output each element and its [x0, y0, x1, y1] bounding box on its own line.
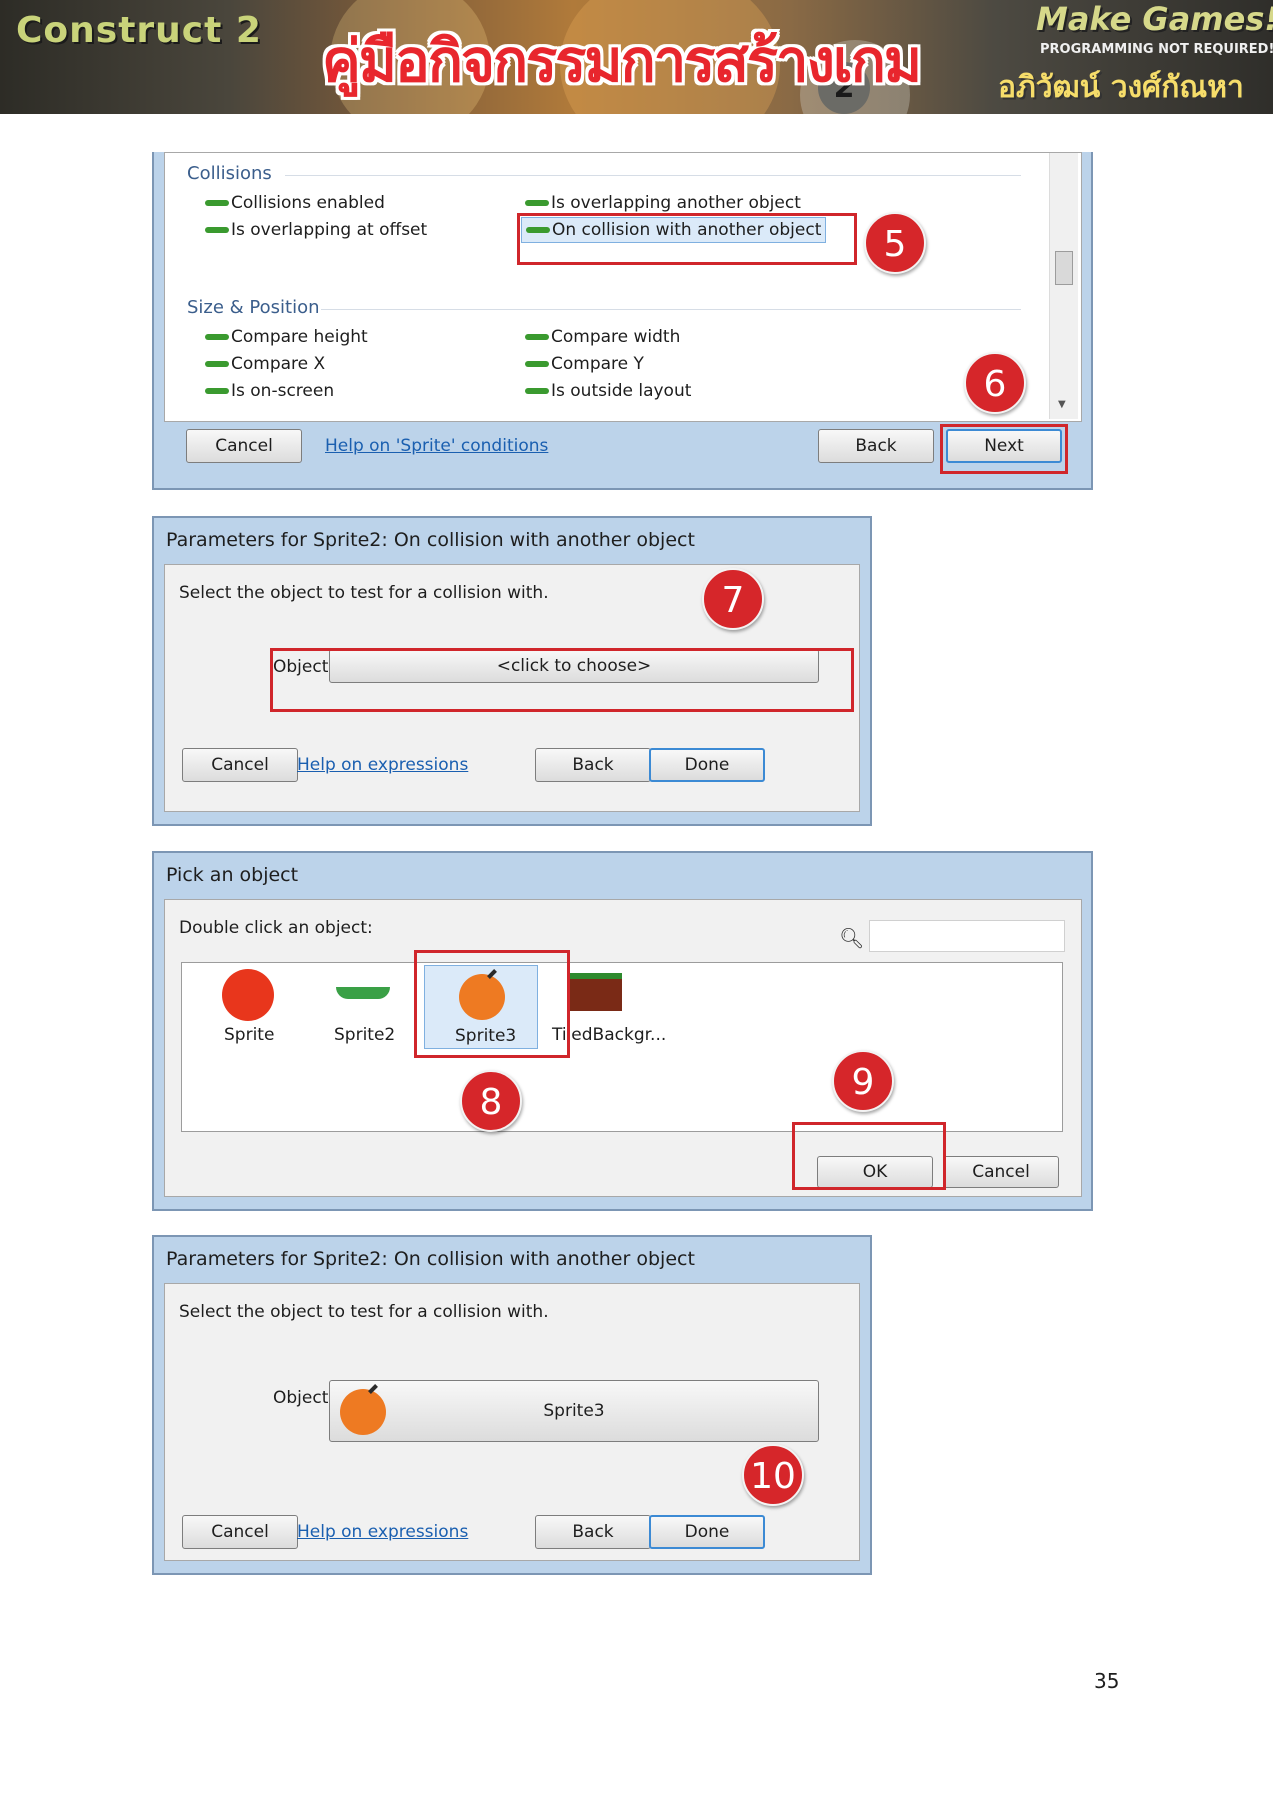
back-button[interactable]: Back	[535, 1515, 651, 1549]
step-badge: 8	[460, 1070, 522, 1132]
instruction-text: Double click an object:	[179, 918, 373, 938]
banner-make-games: Make Games!	[1036, 0, 1273, 38]
condition-icon	[205, 227, 229, 233]
help-link[interactable]: Help on expressions	[297, 1522, 468, 1542]
sprite-icon	[222, 969, 274, 1021]
condition-icon	[205, 361, 229, 367]
page-number: 35	[1094, 1669, 1120, 1693]
section-divider	[285, 175, 1021, 176]
window-body: Select the object to test for a collisio…	[164, 1283, 860, 1561]
condition-item[interactable]: Is outside layout	[525, 381, 691, 401]
sprite3-icon	[340, 1389, 386, 1435]
condition-item[interactable]: Is on-screen	[205, 381, 334, 401]
cancel-button[interactable]: Cancel	[186, 429, 302, 463]
scroll-down-icon[interactable]: ▼	[1058, 399, 1066, 410]
condition-item[interactable]: Is overlapping at offset	[205, 220, 427, 240]
step-badge: 6	[964, 352, 1026, 414]
annotation-box	[414, 950, 570, 1058]
condition-icon	[525, 334, 549, 340]
step-badge: 10	[742, 1444, 804, 1506]
cancel-button[interactable]: Cancel	[182, 1515, 298, 1549]
banner-author: อภิวัฒน์ วงศ์กัณหา	[998, 70, 1244, 105]
condition-icon	[525, 361, 549, 367]
annotation-box	[792, 1122, 946, 1190]
annotation-box	[270, 648, 854, 712]
condition-icon	[205, 388, 229, 394]
object-item[interactable]: Sprite2	[306, 963, 406, 1047]
tiled-background-icon	[570, 973, 622, 1011]
window-title: Parameters for Sprite2: On collision wit…	[166, 529, 695, 551]
section-divider	[321, 309, 1021, 310]
search-input[interactable]	[869, 920, 1065, 952]
object-label: Object	[273, 1388, 329, 1408]
object-list: Sprite Sprite2 Sprite3 TiledBackgr...	[181, 962, 1063, 1132]
condition-item[interactable]: Compare X	[205, 354, 325, 374]
object-item[interactable]: TiledBackgr...	[552, 963, 672, 1047]
condition-item[interactable]: Collisions enabled	[205, 193, 385, 213]
annotation-box	[517, 213, 857, 265]
conditions-list: Collisions Collisions enabled Is overlap…	[164, 152, 1082, 422]
pick-object-window: Pick an object Double click an object: 🔍…	[152, 851, 1093, 1211]
step-badge: 9	[832, 1050, 894, 1112]
done-button[interactable]: Done	[649, 748, 765, 782]
object-chooser-button[interactable]: Sprite3	[329, 1380, 819, 1442]
banner-thai-title: คู่มือกิจกรรมการสร้างเกม	[322, 27, 922, 95]
section-collisions: Collisions	[187, 163, 272, 184]
condition-item[interactable]: Compare height	[205, 327, 368, 347]
condition-item[interactable]: Is overlapping another object	[525, 193, 801, 213]
header-banner: 2 Construct 2 คู่มือกิจกรรมการสร้างเกม M…	[0, 0, 1273, 114]
condition-icon	[525, 200, 549, 206]
object-value: Sprite3	[543, 1401, 605, 1421]
condition-icon	[205, 200, 229, 206]
annotation-box	[940, 424, 1068, 474]
step-badge: 5	[864, 212, 926, 274]
banner-programming: PROGRAMMING NOT REQUIRED!	[1040, 42, 1273, 57]
condition-icon	[525, 388, 549, 394]
vertical-scrollbar[interactable]: ▼	[1049, 153, 1078, 419]
object-item[interactable]: Sprite	[186, 963, 286, 1047]
cancel-button[interactable]: Cancel	[943, 1156, 1059, 1188]
window-title: Pick an object	[166, 864, 299, 886]
parameters-window-final: Parameters for Sprite2: On collision wit…	[152, 1235, 872, 1575]
condition-item[interactable]: Compare Y	[525, 354, 644, 374]
done-button[interactable]: Done	[649, 1515, 765, 1549]
condition-icon	[205, 334, 229, 340]
window-title: Parameters for Sprite2: On collision wit…	[166, 1248, 695, 1270]
step-badge: 7	[702, 568, 764, 630]
cancel-button[interactable]: Cancel	[182, 748, 298, 782]
condition-item[interactable]: Compare width	[525, 327, 680, 347]
search-icon: 🔍︎	[839, 926, 865, 950]
scrollbar-thumb[interactable]	[1055, 251, 1073, 285]
instruction-text: Select the object to test for a collisio…	[179, 583, 549, 603]
sprite2-icon	[336, 987, 390, 999]
banner-left-title: Construct 2	[16, 10, 262, 51]
help-link[interactable]: Help on expressions	[297, 755, 468, 775]
help-link[interactable]: Help on 'Sprite' conditions	[325, 436, 548, 456]
section-size-position: Size & Position	[187, 297, 320, 318]
instruction-text: Select the object to test for a collisio…	[179, 1302, 549, 1322]
back-button[interactable]: Back	[818, 429, 934, 463]
back-button[interactable]: Back	[535, 748, 651, 782]
